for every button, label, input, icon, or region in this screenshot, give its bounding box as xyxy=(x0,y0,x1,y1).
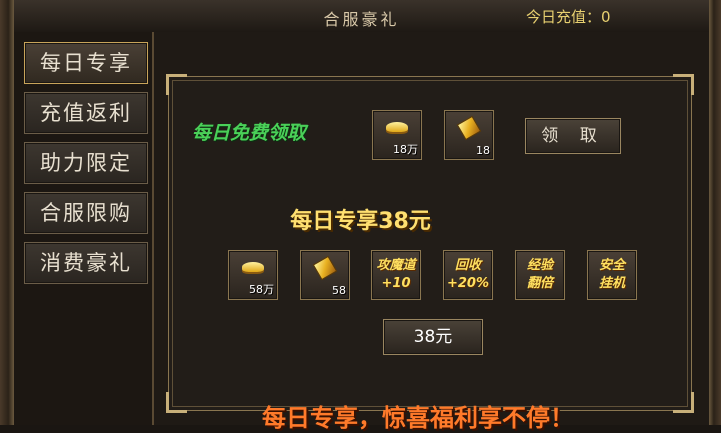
reward-slot-recycle-bonus[interactable]: 回收 +20% xyxy=(443,250,493,300)
reward-slot-gold-ingot[interactable]: 58万 xyxy=(228,250,278,300)
reward-tag-line1: 回收 xyxy=(454,258,481,273)
sidebar-item-assist-limited[interactable]: 助力限定 xyxy=(24,142,148,184)
gold-ingot-icon xyxy=(242,262,264,272)
title-bar: 合服豪礼 今日充值：0 xyxy=(14,0,709,33)
recharge-value: 0 xyxy=(601,8,611,26)
promo-text: 每日专享，惊喜福利享不停！ xyxy=(262,404,574,432)
sidebar-item-daily-exclusive[interactable]: 每日专享 xyxy=(24,42,148,84)
gold-gem-icon xyxy=(456,115,482,141)
reward-tag-line1: 攻魔道 xyxy=(376,258,416,273)
daily-free-label: 每日免费领取 xyxy=(192,122,307,144)
package-title: 每日专享38元 xyxy=(290,209,431,234)
gold-ingot-icon xyxy=(386,122,408,132)
reward-slot-safe-afk[interactable]: 安全 挂机 xyxy=(587,250,637,300)
reward-tag-line1: 安全 xyxy=(598,258,625,273)
reward-tag-line2: +10 xyxy=(381,276,411,291)
reward-tag-line2: +20% xyxy=(446,276,489,291)
buy-price-button[interactable]: 38元 xyxy=(383,319,483,355)
reward-qty: 18万 xyxy=(393,143,418,156)
reward-slot-double-exp[interactable]: 经验 翻倍 xyxy=(515,250,565,300)
reward-slot-gold-gem[interactable]: 18 xyxy=(444,110,494,160)
panel-corner-ornament xyxy=(673,392,694,413)
reward-qty: 58 xyxy=(332,284,346,297)
sidebar-item-spending-gift[interactable]: 消费豪礼 xyxy=(24,242,148,284)
gold-gem-icon xyxy=(312,255,338,281)
reward-slot-gold-ingot[interactable]: 18万 xyxy=(372,110,422,160)
reward-slot-attack-bonus[interactable]: 攻魔道 +10 xyxy=(371,250,421,300)
today-recharge: 今日充值：0 xyxy=(526,6,611,27)
reward-tag-line1: 经验 xyxy=(526,258,553,273)
panel-corner-ornament xyxy=(166,74,187,95)
panel-corner-ornament xyxy=(166,392,187,413)
reward-qty: 58万 xyxy=(249,283,274,296)
recharge-label: 今日充值： xyxy=(526,8,602,26)
reward-tag-line2: 挂机 xyxy=(598,276,625,291)
panel-corner-ornament xyxy=(673,74,694,95)
reward-slot-gold-gem[interactable]: 58 xyxy=(300,250,350,300)
reward-tag-line2: 翻倍 xyxy=(526,276,553,291)
claim-button[interactable]: 领 取 xyxy=(525,118,621,154)
sidebar-item-recharge-rebate[interactable]: 充值返利 xyxy=(24,92,148,134)
reward-qty: 18 xyxy=(476,144,490,157)
